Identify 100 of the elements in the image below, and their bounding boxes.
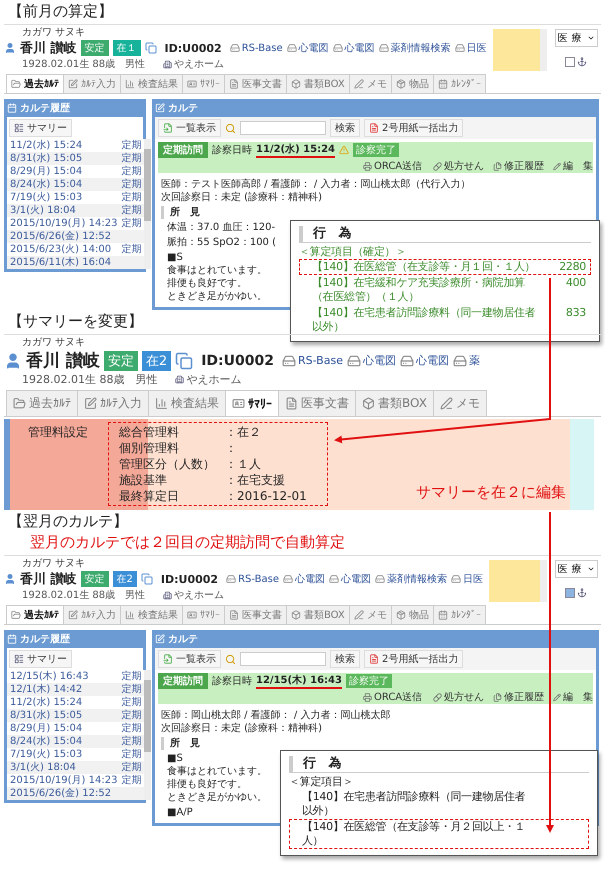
link[interactable]: RS-Base [230,42,283,54]
tab[interactable]: 過去ｶﾙﾃ [6,605,64,624]
tab[interactable]: ｶﾙﾃ入力 [63,605,121,624]
karte-info: 医師：岡山桃太郎 / 看護師： / 入力者：岡山桃太郎 [161,709,390,722]
document-icon [369,123,379,133]
anchor-icon[interactable] [577,57,587,67]
tab[interactable]: 検査結果 [120,74,183,93]
tab[interactable]: メモ [348,605,392,624]
billing-item: 【140】在宅患者訪問診療料（同一建物居住者以外） 833 [311,305,587,335]
section-title: 【前月の算定】 [7,1,113,22]
summary-button[interactable]: サマリー [9,650,72,668]
checkbox[interactable] [565,57,575,67]
tab[interactable]: 物品 [390,74,434,93]
search-button[interactable]: 検索 [330,119,360,137]
action-button[interactable]: ORCA送信 [363,690,427,704]
tab[interactable]: メモ [348,74,392,93]
link[interactable]: 心電図 [286,41,329,55]
link[interactable]: 薬剤情報検索 [374,572,447,586]
department-select[interactable]: 医療 [554,29,598,47]
action-button[interactable]: 処方せん [433,159,487,173]
link[interactable]: 心電図 [346,353,396,368]
link[interactable]: RS-Base [282,354,343,368]
search-field[interactable] [240,652,326,666]
person-icon [4,573,16,585]
notes-area[interactable] [488,560,547,602]
list-button[interactable]: 一覧表示 [158,119,221,137]
facility-label: やえホーム [163,588,224,602]
history-item[interactable]: 8/24(水) 15:04 定期 [7,735,144,748]
status-tag: 在2 [142,350,172,370]
callout-group: ＜算定項目（確定）＞ [299,245,406,258]
scrollbar[interactable] [144,139,152,269]
history-item[interactable]: 12/1(木) 14:42 定期 [7,683,144,696]
tab[interactable]: ｶﾚﾝﾀﾞｰ [432,605,486,624]
action-button[interactable]: 修正履歴 [493,159,547,173]
history-item[interactable]: 8/31(水) 15:05 定期 [7,152,144,165]
tab[interactable]: ｻﾏﾘｰ [182,74,225,93]
action-button[interactable]: 処方せん [433,690,487,704]
summary-button[interactable]: サマリー [9,119,72,137]
action-button[interactable]: 編 集 [553,690,593,704]
panel-title: カルテ [168,633,198,646]
visit-date-label: 診察日時 [212,674,252,688]
tab[interactable]: 医事文書 [224,605,287,624]
tab[interactable]: 書類BOX [355,390,434,416]
person-icon [4,352,22,370]
tab[interactable]: 検査結果 [148,390,226,416]
link[interactable]: RS-Base [226,574,279,584]
link[interactable]: 日医 [450,572,483,586]
bar-chart-icon [125,79,135,89]
anchor-icon[interactable] [577,588,587,598]
tab[interactable]: 医事文書 [224,74,287,93]
tab[interactable]: 書類BOX [286,74,350,93]
search-field[interactable] [240,121,326,135]
tab[interactable]: ｶﾙﾃ入力 [77,390,149,416]
tab[interactable]: 書類BOX [286,605,350,624]
tab[interactable]: ｶﾚﾝﾀﾞｰ [432,74,486,93]
link[interactable]: 日医 [454,41,487,55]
history-item[interactable]: 8/31(水) 15:05 定期 [7,709,144,722]
notes-area[interactable] [492,29,547,71]
checkbox[interactable] [565,588,575,598]
history-item[interactable]: 3/1(火) 18:04 定期 [7,204,144,217]
link[interactable]: 心電図 [282,572,325,586]
drive-icon [282,574,293,584]
history-item[interactable]: 2015/6/11(木) 16:04 [7,256,144,269]
tab[interactable]: メモ [432,390,487,416]
scrollbar[interactable] [144,670,152,800]
pill-icon [433,692,442,702]
facility-label: やえホーム [175,372,242,387]
department-select[interactable]: 医療 [554,560,598,578]
link[interactable]: 心電図 [328,572,371,586]
link[interactable]: 心電図 [400,353,449,368]
action-button[interactable]: 修正履歴 [493,690,547,704]
tab[interactable]: ｻﾏﾘｰ [182,605,225,624]
file-arrow-icon [163,123,173,133]
windows-icon[interactable] [144,42,157,54]
history-item[interactable]: 2015/6/26(金) 12:52 [7,230,144,243]
tab[interactable]: 検査結果 [120,605,183,624]
list-button[interactable]: 一覧表示 [158,650,221,668]
link[interactable]: 薬 [452,353,480,368]
tab[interactable]: 過去ｶﾙﾃ [6,390,78,416]
field-label: 個別管理料 [119,440,180,456]
tab[interactable]: 過去ｶﾙﾃ [6,74,64,93]
drive-icon [454,43,465,53]
windows-icon[interactable] [175,352,194,370]
link[interactable]: 薬剤情報検索 [378,41,451,55]
search-button[interactable]: 検索 [330,650,360,668]
link[interactable]: 心電図 [332,41,375,55]
annotation-text: 翌月のカルテでは２回目の定期訪問で自動算定 [29,532,345,553]
export-button[interactable]: 2号用紙一括出力 [364,650,464,668]
tab[interactable]: 物品 [390,605,434,624]
history-item[interactable]: 2015/6/26(金) 12:52 [7,787,144,800]
action-button[interactable]: ORCA送信 [363,159,427,173]
export-button[interactable]: 2号用紙一括出力 [364,119,464,137]
action-button[interactable]: 編 集 [553,159,593,173]
tab[interactable]: ｶﾙﾃ入力 [63,74,121,93]
tab[interactable]: 医事文書 [278,390,356,416]
patient-name: 香川 讃岐 [20,40,77,57]
windows-icon[interactable] [140,573,153,585]
history-item[interactable]: 3/1(火) 18:04 定期 [7,761,144,774]
history-item[interactable]: 8/24(水) 15:04 定期 [7,178,144,191]
patient-birth: 1928.02.01生 88歳 男性 [22,372,158,387]
